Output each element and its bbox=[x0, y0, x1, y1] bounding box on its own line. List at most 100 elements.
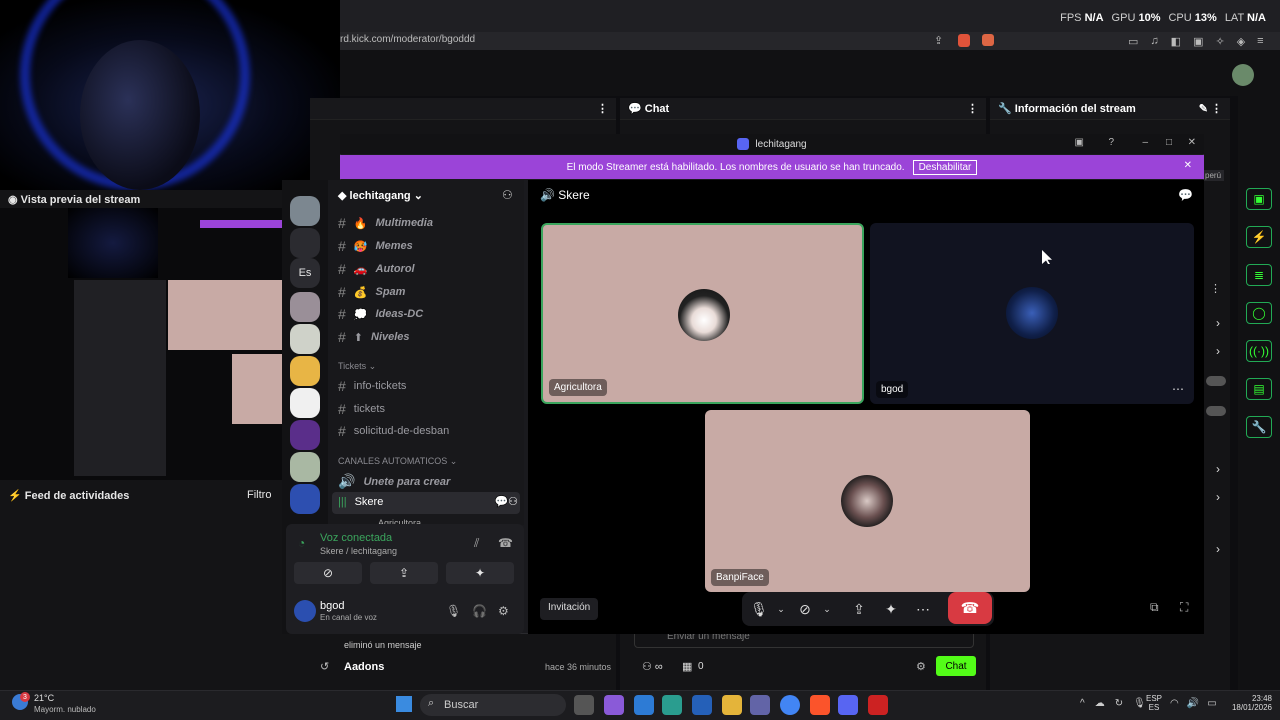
chevron-right-icon[interactable]: › bbox=[1216, 316, 1220, 330]
voice-channel-item[interactable]: 🔊 Unete para crear bbox=[338, 473, 518, 490]
edit-icon[interactable]: ✎ ⋮ bbox=[1199, 102, 1222, 115]
music-icon[interactable]: ♫ bbox=[1150, 35, 1158, 48]
wrench-icon[interactable]: 🔧 bbox=[1246, 416, 1272, 438]
cloud-icon[interactable]: ☁ bbox=[1095, 698, 1105, 709]
server-icon[interactable] bbox=[290, 388, 320, 418]
broadcast-icon[interactable]: ((·)) bbox=[1246, 340, 1272, 362]
popout-icon[interactable]: ⧉ bbox=[1150, 600, 1159, 615]
battery-icon[interactable]: ▭ bbox=[1207, 698, 1216, 709]
extension-icon[interactable]: ✧ bbox=[1215, 35, 1224, 48]
voice-channel-skere[interactable]: ||| Skere 💬⚇ bbox=[338, 495, 518, 509]
language-indicator[interactable]: ESP ES bbox=[1146, 694, 1162, 712]
server-icon[interactable] bbox=[290, 324, 320, 354]
channel-item[interactable]: # 🚗 Autorol bbox=[338, 261, 518, 277]
layout-icon[interactable]: ▤ bbox=[1246, 378, 1272, 400]
infinity-icon[interactable]: ⚇ ∞ bbox=[642, 660, 663, 673]
chevron-right-icon[interactable]: › bbox=[1216, 542, 1220, 556]
menu-icon[interactable]: ≡ bbox=[1257, 35, 1263, 48]
maximize-icon[interactable]: □ bbox=[1166, 137, 1172, 148]
channel-item[interactable]: # solicitud-de-desban bbox=[338, 423, 518, 439]
wifi-icon[interactable]: ◠ bbox=[1170, 698, 1179, 709]
server-icon[interactable] bbox=[290, 452, 320, 482]
chat-add-icon[interactable]: 💬⚇ bbox=[494, 495, 518, 508]
gear-icon[interactable]: ⚙ bbox=[498, 604, 509, 618]
mic-icon[interactable]: 🎙 bbox=[446, 604, 461, 618]
server-icon[interactable] bbox=[290, 356, 320, 386]
disable-streamer-button[interactable]: Deshabilitar bbox=[912, 159, 978, 175]
vpn-icon[interactable]: ◈ bbox=[1237, 35, 1245, 48]
system-tray[interactable]: ^ ☁ ↻ 🎙 bbox=[1080, 698, 1146, 709]
discord-icon[interactable] bbox=[838, 695, 858, 715]
explorer-icon[interactable] bbox=[722, 695, 742, 715]
channel-item[interactable]: # 💰 Spam bbox=[338, 284, 518, 300]
lightning-icon[interactable]: ⚡ bbox=[1246, 226, 1272, 248]
inbox-icon[interactable]: ▣ bbox=[1075, 137, 1084, 148]
server-icon[interactable]: Es bbox=[290, 258, 320, 288]
hang-up-button[interactable]: ☎ bbox=[948, 592, 992, 624]
more-icon[interactable]: ⋮ bbox=[597, 102, 608, 115]
gift-icon[interactable]: ▦ bbox=[682, 660, 692, 673]
store-icon[interactable] bbox=[634, 695, 654, 715]
chat-bubble-icon[interactable]: 💬 bbox=[1178, 188, 1193, 202]
profile-avatar[interactable] bbox=[1232, 64, 1254, 86]
camera-off-button[interactable]: ⊘ bbox=[294, 562, 362, 584]
user-avatar[interactable] bbox=[294, 600, 316, 622]
chevron-up-icon[interactable]: ^ bbox=[1080, 698, 1085, 709]
sync-icon[interactable]: ↻ bbox=[1115, 698, 1123, 709]
headphones-icon[interactable]: 🎧 bbox=[472, 604, 487, 618]
participant-tile[interactable]: BanpiFace bbox=[705, 410, 1030, 592]
close-icon[interactable]: ✕ bbox=[1184, 160, 1192, 171]
chevron-right-icon[interactable]: › bbox=[1216, 344, 1220, 358]
chevron-right-icon[interactable]: › bbox=[1216, 490, 1220, 504]
task-view-icon[interactable] bbox=[574, 695, 594, 715]
screen-icon[interactable]: ▣ bbox=[1246, 188, 1272, 210]
fullscreen-icon[interactable]: ⛶ bbox=[1180, 600, 1188, 615]
tray-status[interactable]: ◠ 🔊 ▭ bbox=[1170, 698, 1217, 709]
chrome-icon[interactable] bbox=[780, 695, 800, 715]
url-text[interactable]: rd.kick.com/moderator/bgoddd bbox=[340, 34, 475, 45]
share-icon[interactable]: ⇪ bbox=[934, 34, 943, 47]
more-icon[interactable]: ⋮ bbox=[1210, 282, 1221, 295]
app-icon[interactable] bbox=[868, 695, 888, 715]
chevron-down-icon[interactable]: ⌄ bbox=[812, 592, 842, 626]
brave-icon[interactable] bbox=[810, 695, 830, 715]
sidebar-icon[interactable]: ◧ bbox=[1171, 35, 1181, 48]
activities-icon[interactable]: ✦ bbox=[876, 592, 906, 626]
server-icon[interactable] bbox=[290, 228, 320, 258]
outlook-icon[interactable] bbox=[692, 695, 712, 715]
channel-item[interactable]: # 🥵 Memes bbox=[338, 238, 518, 254]
category-tickets[interactable]: Tickets ⌄ bbox=[338, 361, 376, 372]
edge-icon[interactable] bbox=[662, 695, 682, 715]
rewards-icon[interactable] bbox=[982, 34, 994, 46]
noise-suppression-icon[interactable]: ⫽ bbox=[474, 536, 479, 551]
user-name[interactable]: bgod bbox=[320, 600, 344, 612]
server-icon[interactable] bbox=[290, 292, 320, 322]
close-icon[interactable]: ✕ bbox=[1188, 137, 1196, 148]
channel-item[interactable]: # tickets bbox=[338, 401, 518, 417]
settings-icon[interactable]: ⚙ bbox=[916, 660, 926, 673]
category-auto[interactable]: CANALES AUTOMATICOS ⌄ bbox=[338, 456, 457, 467]
taskbar-search[interactable]: ⌕ Buscar bbox=[420, 694, 566, 716]
reader-icon[interactable]: ▭ bbox=[1128, 35, 1138, 48]
server-icon[interactable] bbox=[290, 196, 320, 226]
server-icon[interactable] bbox=[290, 484, 320, 514]
server-icon[interactable] bbox=[290, 420, 320, 450]
toggle-switch[interactable] bbox=[1206, 376, 1226, 386]
channel-item[interactable]: # ⬆ Niveles bbox=[338, 329, 518, 345]
teams-icon[interactable] bbox=[750, 695, 770, 715]
windows-start-icon[interactable] bbox=[396, 696, 412, 712]
copilot-icon[interactable] bbox=[604, 695, 624, 715]
wallet-icon[interactable]: ▣ bbox=[1193, 35, 1203, 48]
disconnect-icon[interactable]: ☎ bbox=[498, 536, 513, 550]
more-icon[interactable]: ⋮ bbox=[967, 102, 978, 115]
screen-share-icon[interactable]: ⇪ bbox=[844, 592, 874, 626]
mic-tray-icon[interactable]: 🎙 bbox=[1133, 698, 1146, 709]
activities-button[interactable]: ✦ bbox=[446, 562, 514, 584]
channel-item[interactable]: # 🔥 Multimedia bbox=[338, 215, 518, 231]
filter-button[interactable]: Filtro bbox=[247, 489, 271, 501]
invite-button[interactable]: Invitación bbox=[540, 598, 599, 620]
server-name[interactable]: ◆ lechitagang ⌄ bbox=[338, 189, 423, 202]
chat-send-button[interactable]: Chat bbox=[936, 656, 976, 676]
more-icon[interactable]: ⋯ bbox=[908, 592, 938, 626]
help-icon[interactable]: ? bbox=[1108, 137, 1114, 148]
